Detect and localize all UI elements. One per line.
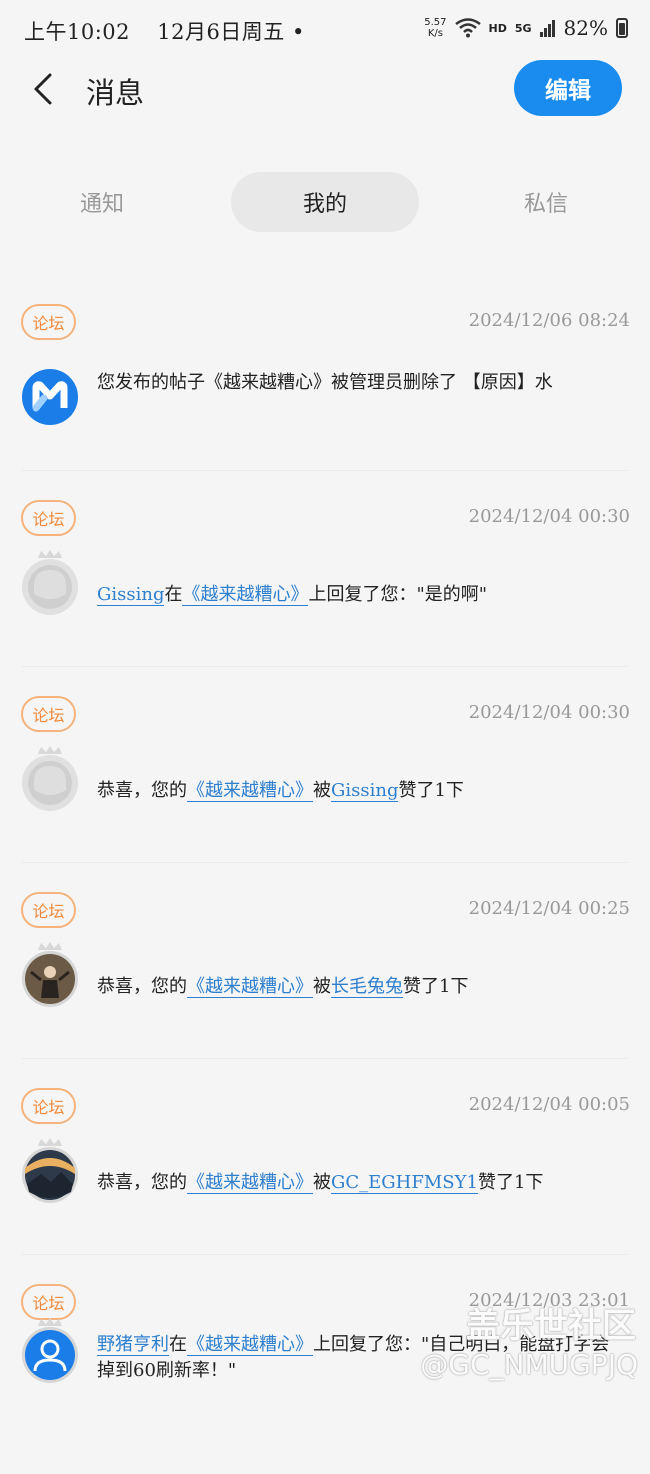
text-segment: 被 [313,1172,331,1193]
text-segment: 被 [313,780,331,801]
message-time: 2024/12/04 00:25 [468,898,630,919]
text-segment: 恭喜，您的 [97,976,187,997]
back-arrow-icon[interactable] [30,72,60,106]
text-segment: 赞了1下 [403,976,469,997]
text-segment: 恭喜，您的 [97,1172,187,1193]
divider [22,1254,628,1255]
edit-button[interactable]: 编辑 [514,60,622,116]
tab-private-messages[interactable]: 私信 [484,172,608,232]
user-link[interactable]: Gissing [97,584,165,606]
message-time: 2024/12/04 00:05 [468,1094,630,1115]
list-item[interactable]: 论坛 2024/12/04 00:05 恭喜，您的《越来越糟心》被GC_EGHF… [0,1082,650,1278]
forum-badge: 论坛 [21,892,76,928]
tab-notifications[interactable]: 通知 [40,172,164,232]
post-link[interactable]: 《越来越糟心》 [187,976,313,998]
message-time: 2024/12/04 00:30 [468,506,630,527]
wifi-icon [454,18,481,38]
forum-badge: 论坛 [21,500,76,536]
post-link[interactable]: 《越来越糟心》 [187,1172,313,1194]
user-link[interactable]: GC_EGHFMSY1 [331,1172,478,1194]
status-dot: • [292,20,305,44]
signal-icon [539,20,555,37]
message-text: 恭喜，您的《越来越糟心》被Gissing赞了1下 [97,778,626,804]
default-user-avatar[interactable] [21,550,79,616]
blue-user-avatar[interactable] [21,1318,79,1384]
user-link[interactable]: 长毛兔兔 [331,976,403,998]
message-text: 您发布的帖子《越来越糟心》被管理员删除了 【原因】水 [97,372,553,393]
forum-badge: 论坛 [21,1088,76,1124]
photo-user-avatar[interactable] [21,942,79,1008]
status-bar: 上午10:02 12月6日周五 • 5.57 K/s HD 5G 82% [0,0,650,60]
post-link[interactable]: 《越来越糟心》 [187,780,313,802]
network-speed: 5.57 K/s [424,17,446,39]
tab-bar: 通知 我的 私信 [0,172,650,232]
forum-logo-avatar[interactable] [21,368,79,426]
status-date: 12月6日周五 [157,20,285,44]
text-segment: 被 [313,976,331,997]
post-link[interactable]: 《越来越糟心》 [182,584,309,606]
network-speed-value: 5.57 [424,17,447,28]
watermark-handle: @GC_NMUGPJQ [420,1348,638,1381]
divider [22,666,628,667]
default-user-avatar[interactable] [21,746,79,812]
status-left: 上午10:02 12月6日周五 • [24,16,305,46]
watermark-title: 盖乐世社区 [466,1306,636,1346]
status-time: 上午10:02 [24,20,131,44]
divider [22,862,628,863]
status-right: 5.57 K/s HD 5G 82% [424,16,628,40]
divider [22,470,628,471]
text-segment: 在 [164,584,183,605]
list-item[interactable]: 论坛 2024/12/04 00:30 恭喜，您的《越来越糟心》被Gissing… [0,690,650,886]
message-time: 2024/12/04 00:30 [468,702,630,723]
network-speed-unit: K/s [427,28,443,39]
text-segment: 在 [169,1334,187,1355]
divider [22,1058,628,1059]
signal-type: 5G [514,21,532,35]
list-item[interactable]: 论坛 2024/12/06 08:24 您发布的帖子《越来越糟心》被管理员删除了… [0,298,650,494]
page-title: 消息 [86,76,145,110]
text-segment: 赞了1下 [477,1172,544,1193]
battery-icon [616,18,628,38]
list-item[interactable]: 论坛 2024/12/04 00:30 Gissing在《越来越糟心》上回复了您… [0,494,650,690]
battery-level: 82% [563,16,608,40]
post-link[interactable]: 《越来越糟心》 [187,1334,313,1356]
text-segment: 上回复了您："是的啊" [308,584,488,605]
message-text: 恭喜，您的《越来越糟心》被GC_EGHFMSY1赞了1下 [97,1170,626,1196]
forum-badge: 论坛 [21,1284,76,1320]
list-item[interactable]: 论坛 2024/12/04 00:25 恭喜，您的《越来越糟心》被长毛兔兔赞了1… [0,886,650,1082]
forum-badge: 论坛 [21,696,76,732]
forum-badge: 论坛 [21,304,76,340]
message-text: 恭喜，您的《越来越糟心》被长毛兔兔赞了1下 [97,974,626,1000]
user-link[interactable]: 野猪亨利 [97,1334,169,1356]
landscape-user-avatar[interactable] [21,1138,79,1204]
user-link[interactable]: Gissing [331,780,399,802]
tab-mine[interactable]: 我的 [231,172,419,232]
hd-indicator: HD [488,21,507,35]
message-time: 2024/12/06 08:24 [468,310,630,331]
header: 消息 编辑 [0,60,650,124]
text-segment: 赞了1下 [398,780,464,801]
text-segment: 恭喜，您的 [97,780,187,801]
message-text: Gissing在《越来越糟心》上回复了您："是的啊" [97,582,626,608]
